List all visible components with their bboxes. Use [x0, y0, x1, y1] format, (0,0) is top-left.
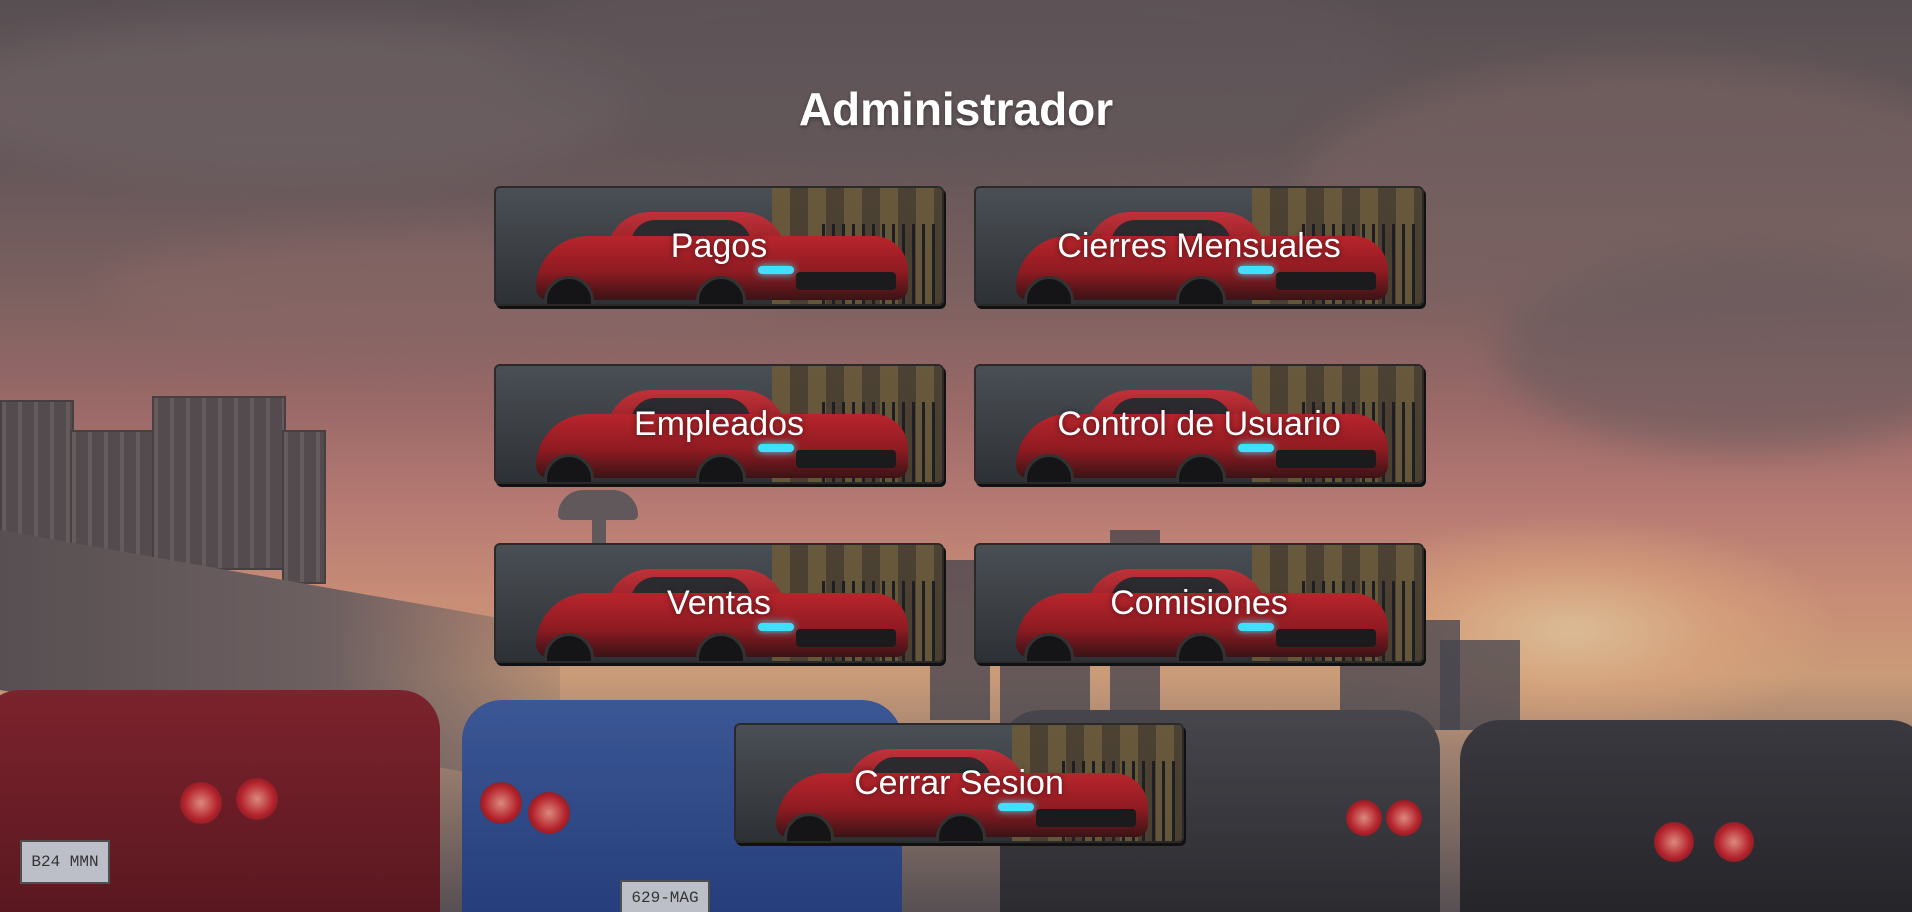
page-title: Administrador	[798, 83, 1114, 135]
empleados-label: Empleados	[633, 404, 805, 443]
empleados-button[interactable]: Empleados	[494, 364, 944, 484]
cierres-mensuales-label: Cierres Mensuales	[1057, 226, 1341, 265]
ventas-label: Ventas	[667, 583, 771, 622]
ventas-button[interactable]: Ventas	[494, 543, 944, 663]
comisiones-label: Comisiones	[1110, 583, 1288, 622]
comisiones-button[interactable]: Comisiones	[974, 543, 1424, 663]
cerrar-sesion-label: Cerrar Sesion	[854, 763, 1064, 802]
control-de-usuario-button[interactable]: Control de Usuario	[974, 364, 1424, 484]
control-de-usuario-label: Control de Usuario	[1057, 404, 1341, 443]
pagos-button[interactable]: Pagos	[494, 186, 944, 306]
pagos-label: Pagos	[670, 226, 768, 265]
cierres-mensuales-button[interactable]: Cierres Mensuales	[974, 186, 1424, 306]
background-scene: B24 MMN 629-MAG Administrador Pagos Cier…	[0, 0, 1912, 912]
cerrar-sesion-button[interactable]: Cerrar Sesion	[734, 723, 1184, 843]
